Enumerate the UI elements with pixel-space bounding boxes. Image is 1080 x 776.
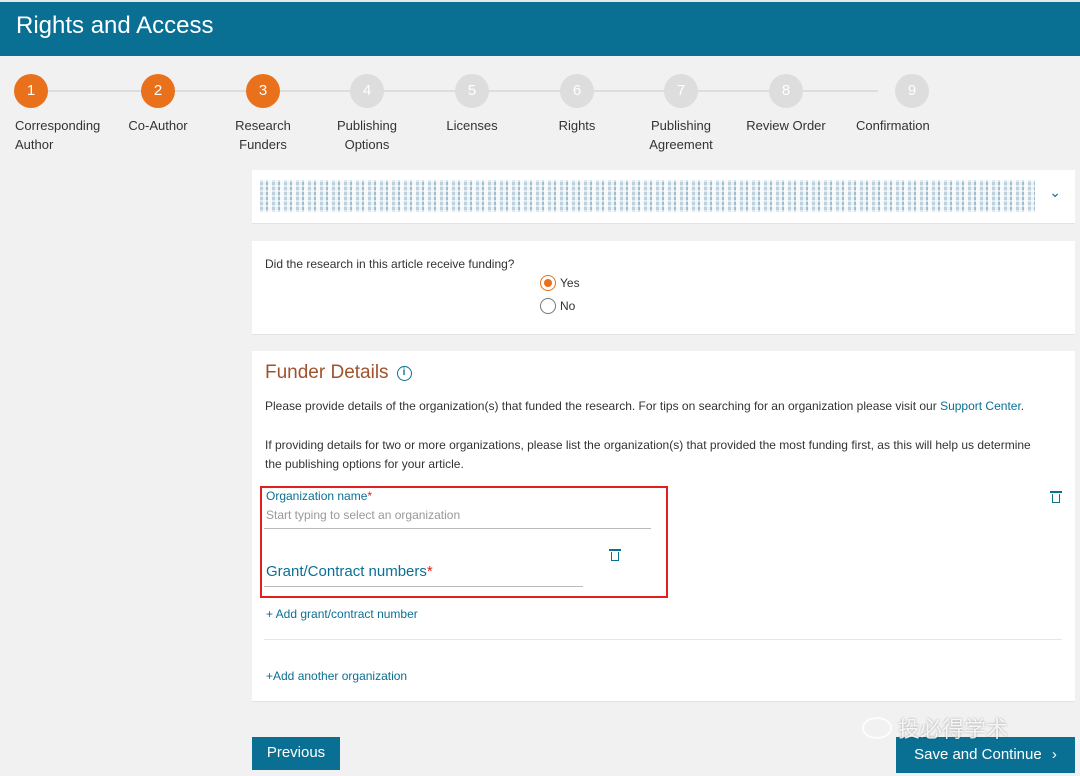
required-mark: *: [426, 563, 433, 580]
funder-note: If providing details for two or more org…: [265, 438, 1031, 471]
grant-numbers-field[interactable]: Grant/Contract numbers*: [266, 563, 433, 580]
info-icon[interactable]: i: [396, 365, 412, 381]
add-organization-link[interactable]: +Add another organization: [266, 669, 407, 683]
step-number: 5: [455, 74, 489, 108]
page-title: Rights and Access: [16, 12, 214, 39]
step-label: Publishing Agreement: [649, 118, 713, 152]
required-mark: *: [367, 489, 373, 503]
section-divider: [264, 639, 1062, 640]
organization-name-label: Organization name*: [266, 489, 372, 503]
step-number: 4: [350, 74, 384, 108]
funder-intro: Please provide details of the organizati…: [265, 397, 1065, 416]
step-number: 2: [141, 74, 175, 108]
radio-no-label: No: [560, 299, 576, 313]
step-number: 7: [664, 74, 698, 108]
step-number: 1: [14, 74, 48, 108]
step-number: 6: [560, 74, 594, 108]
radio-yes-control[interactable]: [540, 275, 556, 291]
step-label: Licenses: [446, 118, 498, 133]
funder-intro-end: .: [1020, 399, 1025, 413]
funding-question: Did the research in this article receive…: [265, 257, 515, 271]
organization-name-input[interactable]: Start typing to select an organization: [266, 508, 460, 522]
grant-input-underline: [264, 586, 583, 587]
step-label: Research Funders: [235, 118, 291, 152]
step-label: Review Order: [746, 118, 826, 133]
chevron-down-icon[interactable]: ⌄: [1049, 184, 1061, 201]
radio-yes-label: Yes: [560, 276, 580, 290]
radio-no[interactable]: No: [540, 298, 575, 314]
previous-button[interactable]: Previous: [252, 737, 340, 770]
delete-organization-icon[interactable]: [1050, 491, 1062, 503]
organization-input-underline: [264, 528, 651, 529]
chevron-right-icon: ›: [1051, 746, 1057, 763]
funding-question-panel: Did the research in this article receive…: [252, 241, 1075, 335]
watermark: 投必得学术: [862, 712, 1008, 744]
support-center-link[interactable]: Support Center: [940, 399, 1021, 413]
step-label: Confirmation: [856, 118, 930, 133]
progress-stepper: 1 Corresponding Author 2 Co-Author 3 Res…: [0, 70, 1080, 160]
wechat-icon: [862, 717, 892, 739]
step-number: 8: [769, 74, 803, 108]
article-summary-panel[interactable]: ⌄: [252, 170, 1075, 224]
step-label: Publishing Options: [337, 118, 397, 152]
radio-yes[interactable]: Yes: [540, 275, 580, 291]
funder-intro-text: Please provide details of the organizati…: [265, 399, 941, 413]
step-number: 3: [246, 74, 280, 108]
radio-no-control[interactable]: [540, 298, 556, 314]
step-label: Co-Author: [128, 118, 188, 133]
funder-details-title: Funder Details i: [265, 362, 412, 384]
delete-grant-icon[interactable]: [609, 549, 621, 561]
grant-numbers-label-text: Grant/Contract numbers: [266, 563, 427, 580]
organization-name-label-text: Organization name: [266, 489, 368, 503]
app-header: Rights and Access: [0, 0, 1080, 56]
funder-details-heading: Funder Details: [265, 362, 389, 383]
step-number: 9: [895, 74, 929, 108]
article-title-redacted: [260, 180, 1035, 212]
watermark-text: 投必得学术: [898, 717, 1009, 742]
add-grant-link[interactable]: + Add grant/contract number: [266, 607, 418, 621]
save-and-continue-label: Save and Continue: [914, 746, 1042, 763]
step-label: Corresponding Author: [15, 118, 101, 152]
step-label: Rights: [558, 118, 596, 133]
